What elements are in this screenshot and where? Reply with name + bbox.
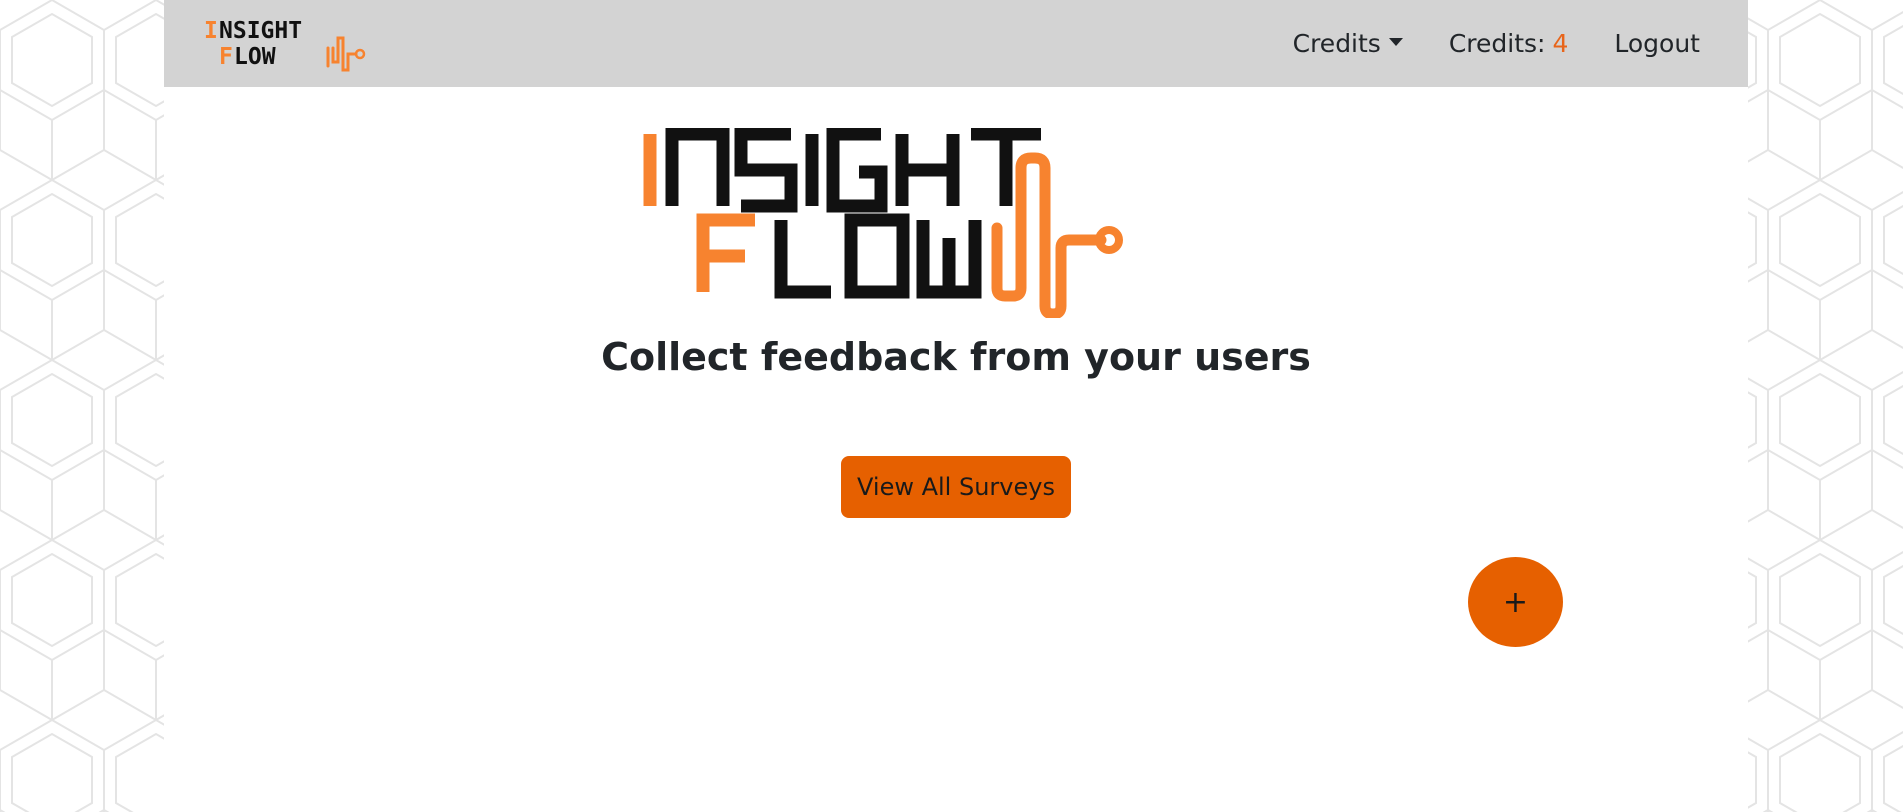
credits-dropdown-label: Credits [1292,29,1381,58]
logout-link[interactable]: Logout [1614,29,1700,58]
view-all-surveys-button[interactable]: View All Surveys [841,456,1071,518]
credits-dropdown[interactable]: Credits [1293,29,1403,58]
credits-balance: Credits: 4 [1449,29,1569,58]
navbar-logo[interactable]: I NSIGHT F LOW [202,14,402,74]
credits-balance-label: Credits: [1448,29,1546,58]
brand-logo-icon: I NSIGHT F LOW [204,18,366,72]
page-container: I NSIGHT F LOW Credits Credits: 4 Logout [164,0,1748,812]
hero-logo [641,127,1281,320]
plus-icon: + [1502,584,1529,620]
caret-down-icon [1388,37,1403,46]
brand-logo-large-icon [643,127,1123,320]
top-navbar: I NSIGHT F LOW Credits Credits: 4 Logout [164,0,1748,87]
svg-text:F: F [219,44,233,70]
svg-text:I: I [204,18,218,44]
credits-balance-value: 4 [1552,29,1569,58]
add-survey-button[interactable]: + [1468,557,1563,647]
navbar-links: Credits Credits: 4 Logout [1293,0,1700,87]
page-tagline: Collect feedback from your users [601,335,1311,379]
svg-text:LOW: LOW [234,44,276,70]
svg-text:NSIGHT: NSIGHT [219,18,302,44]
